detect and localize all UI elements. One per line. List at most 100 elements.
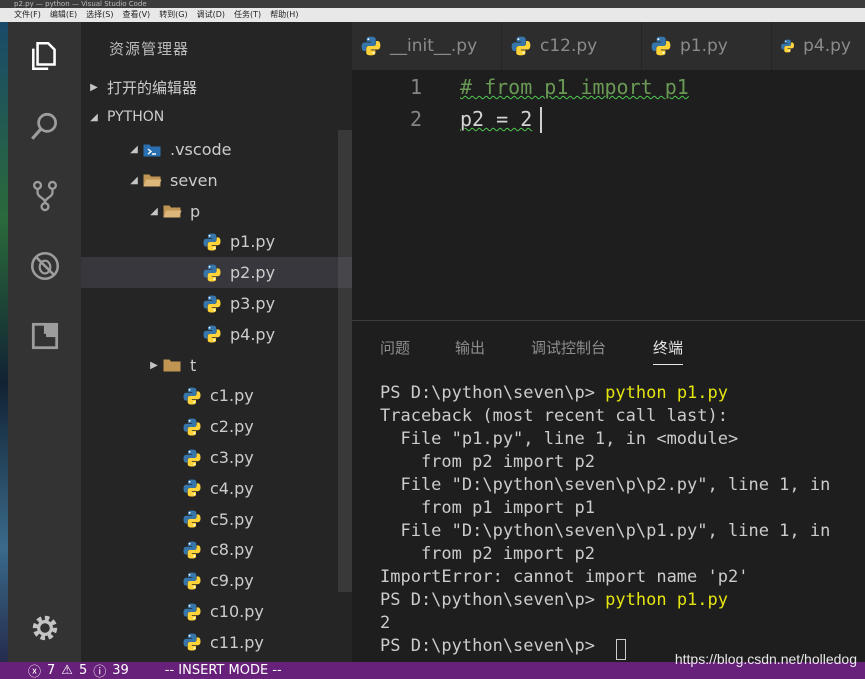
explorer-sidebar: 资源管理器 ▶ 打开的编辑器 ◢ PYTHON ◢ .vscode ◢ seven ◢ p… bbox=[81, 22, 352, 662]
chevron-down-icon: ◢ bbox=[130, 144, 138, 155]
chevron-right-icon: ▶ bbox=[90, 81, 98, 93]
tree-item[interactable]: c4.py bbox=[81, 473, 352, 504]
tree-item[interactable]: c5.py bbox=[81, 504, 352, 535]
editor-tabs: __init__.py c12.py p1.py p4.py bbox=[352, 22, 865, 70]
tree-item[interactable]: c2.py bbox=[81, 411, 352, 442]
tree-item-label: p bbox=[190, 201, 201, 221]
line-number: 2 bbox=[409, 107, 422, 131]
tree-item[interactable]: p2.py bbox=[81, 257, 352, 289]
info-count[interactable]: 39 bbox=[112, 663, 129, 678]
editor-tab-label: __init__.py bbox=[390, 36, 478, 56]
terminal-prompt: PS D:\python\seven\p> bbox=[380, 636, 606, 656]
chevron-down-icon: ◢ bbox=[90, 111, 98, 123]
tree-item[interactable]: ◢ p bbox=[81, 196, 352, 227]
code-line-text: # from p1 import p1 bbox=[460, 75, 689, 99]
project-label: PYTHON bbox=[107, 109, 165, 125]
error-count[interactable]: 7 bbox=[47, 663, 55, 678]
menu-selection[interactable]: 选择(S) bbox=[86, 8, 113, 22]
bottom-panel: 问题 输出 调试控制台 终端 PS D:\python\seven\p> pyt… bbox=[352, 320, 865, 662]
python-file-icon bbox=[361, 36, 381, 56]
search-icon bbox=[30, 112, 57, 140]
python-file-icon bbox=[781, 39, 794, 53]
tree-item[interactable]: c10.py bbox=[81, 596, 352, 627]
tree-item-label: c4.py bbox=[210, 478, 254, 498]
tree-item-label: p2.py bbox=[230, 263, 276, 283]
files-icon bbox=[31, 41, 56, 71]
tree-item[interactable]: ◢ seven bbox=[81, 165, 352, 196]
editor-tab[interactable]: p1.py bbox=[642, 22, 772, 70]
terminal-line: PS D:\python\seven\p> python p1.py bbox=[380, 383, 728, 403]
source-control-button[interactable] bbox=[8, 168, 81, 224]
terminal-line: PS D:\python\seven\p> python p1.py bbox=[380, 590, 728, 610]
tree-item[interactable]: p1.py bbox=[81, 226, 352, 257]
tree-item[interactable]: c9.py bbox=[81, 565, 352, 596]
menu-goto[interactable]: 转到(G) bbox=[159, 8, 187, 22]
menu-file[interactable]: 文件(F) bbox=[14, 8, 41, 22]
tree-item-label: seven bbox=[170, 170, 218, 190]
explorer-button[interactable] bbox=[8, 28, 81, 84]
python-file-icon bbox=[203, 264, 221, 282]
tree-item-label: c9.py bbox=[210, 571, 254, 591]
vim-mode: -- INSERT MODE -- bbox=[164, 663, 282, 678]
folder-open-icon bbox=[143, 174, 162, 187]
info-icon: ⓘ bbox=[93, 665, 107, 679]
terminal-line: from p1 import p1 bbox=[380, 498, 595, 518]
python-file-icon bbox=[183, 387, 201, 405]
chevron-right-icon: ▶ bbox=[150, 359, 158, 371]
tree-item-label: c8.py bbox=[210, 540, 254, 560]
tree-item-label: c11.py bbox=[210, 632, 264, 652]
terminal-command: python p1.py bbox=[605, 590, 728, 610]
error-icon: ⓧ bbox=[28, 665, 42, 679]
menu-edit[interactable]: 编辑(E) bbox=[50, 8, 77, 22]
python-file-icon bbox=[183, 572, 201, 590]
tree-item[interactable]: c3.py bbox=[81, 442, 352, 473]
open-editors-section[interactable]: ▶ 打开的编辑器 bbox=[81, 72, 352, 102]
tree-item[interactable]: ▶ t bbox=[81, 350, 352, 381]
tree-item[interactable]: ◢ .vscode bbox=[81, 134, 352, 165]
extensions-view-button[interactable] bbox=[8, 308, 81, 364]
tab-output[interactable]: 输出 bbox=[455, 337, 485, 358]
chevron-down-icon: ◢ bbox=[130, 174, 138, 186]
warning-icon: ⚠ bbox=[61, 663, 73, 678]
menu-tasks[interactable]: 任务(T) bbox=[234, 8, 261, 22]
tab-terminal[interactable]: 终端 bbox=[653, 337, 684, 365]
terminal-line: File "D:\python\seven\p\p2.py", line 1, … bbox=[380, 475, 831, 495]
tree-item-label: c1.py bbox=[210, 386, 254, 406]
warning-count[interactable]: 5 bbox=[79, 663, 87, 678]
editor-tab-label: c12.py bbox=[540, 36, 598, 56]
python-file-icon bbox=[183, 449, 201, 466]
editor-tab-label: p1.py bbox=[680, 36, 728, 56]
vscode-folder-icon bbox=[143, 144, 161, 156]
tree-item[interactable]: c8.py bbox=[81, 534, 352, 565]
tab-problems[interactable]: 问题 bbox=[380, 337, 410, 358]
tab-debug-console[interactable]: 调试控制台 bbox=[531, 337, 606, 358]
code-editor[interactable]: 1 # from p1 import p1 2 p2 = 2 bbox=[352, 70, 865, 320]
terminal-line: ImportError: cannot import name 'p2' bbox=[380, 567, 749, 587]
manage-settings-button[interactable] bbox=[8, 600, 81, 656]
menu-debug[interactable]: 调试(D) bbox=[197, 8, 225, 22]
terminal-line: File "p1.py", line 1, in <module> bbox=[380, 429, 739, 449]
menu-help[interactable]: 帮助(H) bbox=[270, 8, 298, 22]
tree-item[interactable]: p4.py bbox=[81, 319, 352, 350]
terminal-line: Traceback (most recent call last): bbox=[380, 406, 728, 426]
tree-item-label: p3.py bbox=[230, 294, 276, 313]
extensions-icon bbox=[31, 322, 58, 350]
editor-tab[interactable]: __init__.py bbox=[352, 22, 502, 70]
open-editors-label: 打开的编辑器 bbox=[107, 78, 198, 97]
text-cursor bbox=[540, 107, 542, 133]
debug-view-button[interactable] bbox=[8, 238, 81, 294]
editor-tab[interactable]: c12.py bbox=[502, 22, 642, 70]
tree-item[interactable]: p3.py bbox=[81, 288, 352, 319]
tree-item-label: c10.py bbox=[210, 602, 264, 621]
editor-tab[interactable]: p4.py bbox=[772, 22, 865, 70]
line-number: 1 bbox=[409, 75, 422, 99]
menu-view[interactable]: 查看(V) bbox=[122, 8, 150, 22]
sidebar-scrollbar[interactable] bbox=[338, 130, 352, 592]
chevron-down-icon: ◢ bbox=[150, 205, 158, 217]
tree-item[interactable]: c1.py bbox=[81, 380, 352, 411]
search-view-button[interactable] bbox=[8, 98, 81, 154]
tree-item[interactable]: c11.py bbox=[81, 627, 352, 658]
tree-item-label: .vscode bbox=[170, 140, 232, 159]
project-section[interactable]: ◢ PYTHON bbox=[81, 102, 352, 132]
tree-item-label: c5.py bbox=[210, 509, 254, 529]
